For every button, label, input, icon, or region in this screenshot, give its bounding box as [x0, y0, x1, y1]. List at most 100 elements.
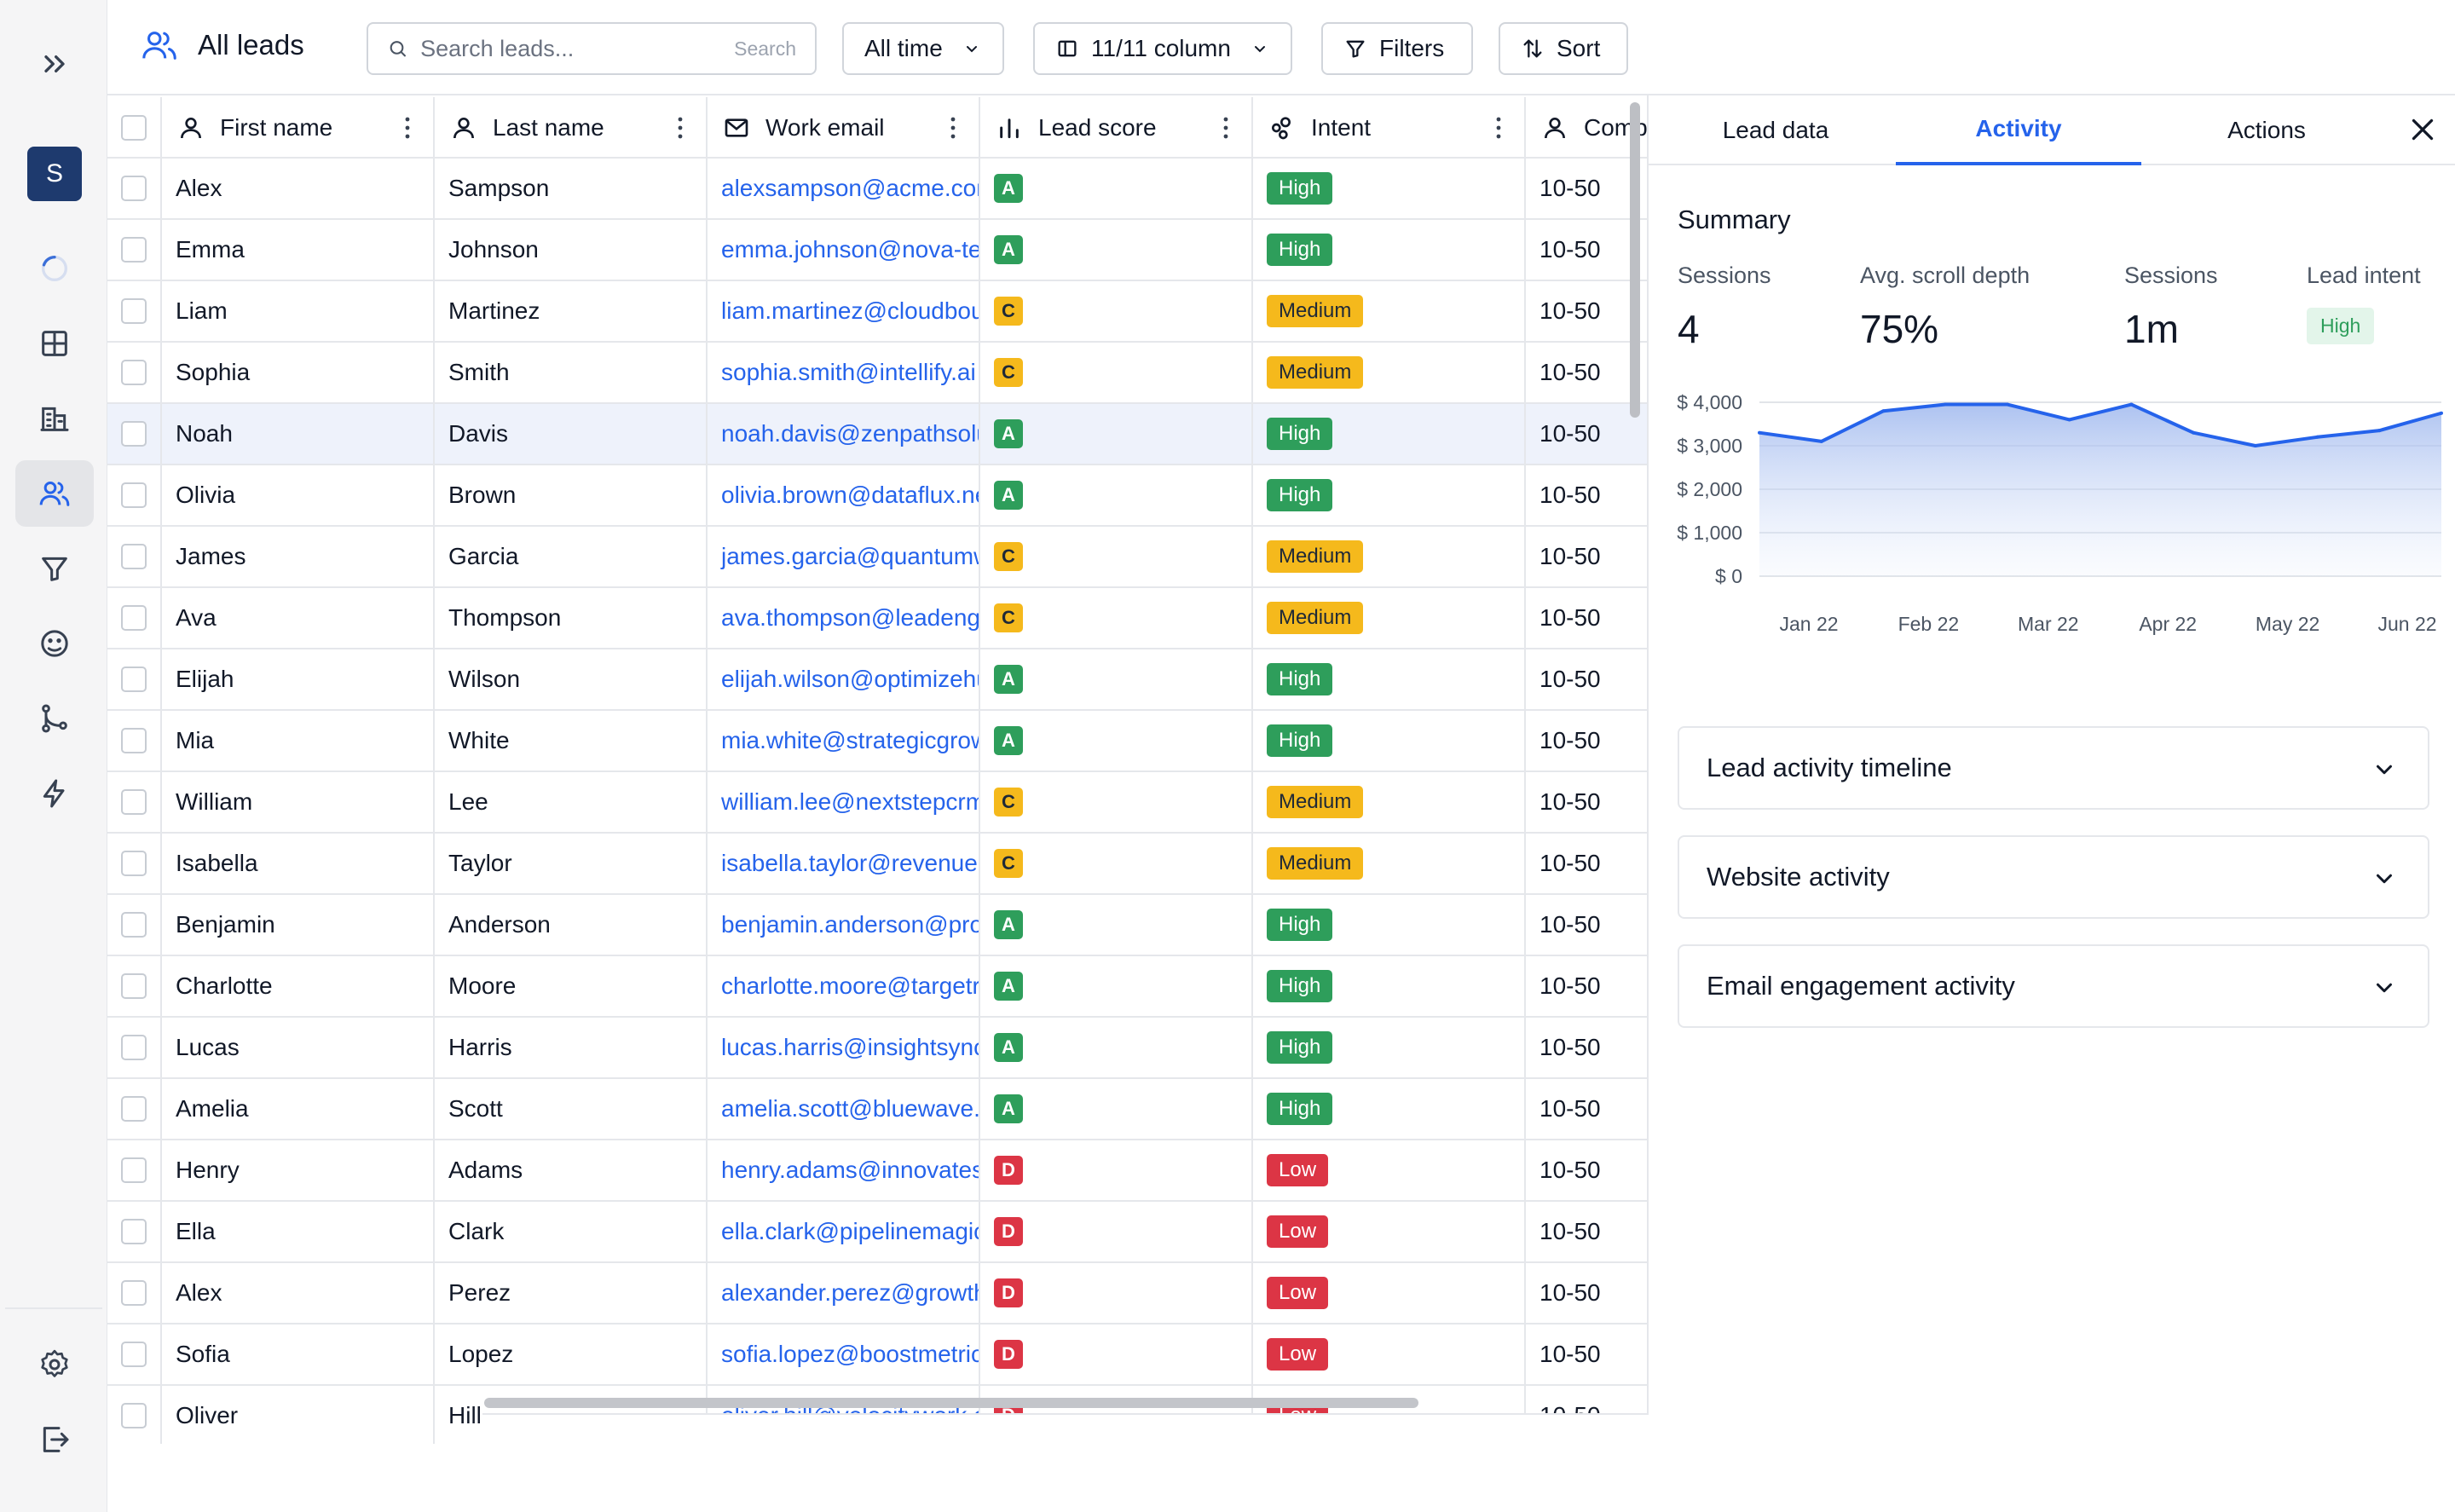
row-checkbox[interactable]	[121, 544, 147, 569]
row-checkbox[interactable]	[121, 1157, 147, 1183]
tab-lead-data[interactable]: Lead data	[1657, 95, 1894, 165]
work-email-cell[interactable]: benjamin.anderson@prospectly.com	[708, 895, 980, 955]
table-row[interactable]: EmmaJohnsonemma.johnson@nova-tech.io A Hig…	[107, 220, 1647, 281]
vertical-scrollbar[interactable]	[1630, 102, 1640, 418]
close-icon[interactable]	[2407, 114, 2438, 145]
time-filter-dropdown[interactable]: All time	[842, 22, 1004, 75]
column-header-company[interactable]: Company	[1526, 97, 1647, 159]
expand-sidebar-button[interactable]	[15, 31, 94, 97]
column-header-lead-score[interactable]: Lead score	[980, 97, 1253, 159]
workspace-avatar[interactable]: S	[27, 147, 82, 201]
work-email-cell[interactable]: lucas.harris@insightsync.com	[708, 1018, 980, 1077]
work-email-cell[interactable]: ella.clark@pipelinemagic.com	[708, 1202, 980, 1261]
work-email-cell[interactable]: ava.thompson@leadengine.com	[708, 588, 980, 648]
row-checkbox[interactable]	[121, 728, 147, 753]
table-row[interactable]: WilliamLeewilliam.lee@nextstepcrm.com C Me…	[107, 772, 1647, 834]
table-row[interactable]: Sophia Smith sophia.smith@intellify.ai C Med…	[107, 343, 1647, 404]
work-email-cell[interactable]: alexsampson@acme.com	[708, 159, 980, 218]
work-email-cell[interactable]: amelia.scott@bluewave.io	[708, 1079, 980, 1139]
work-email-cell[interactable]: liam.martinez@cloudbound.com	[708, 281, 980, 341]
accordion-lead-activity-timeline[interactable]: Lead activity timeline	[1678, 726, 2429, 810]
tab-activity[interactable]: Activity	[1896, 95, 2141, 165]
row-checkbox[interactable]	[121, 1342, 147, 1367]
work-email-cell[interactable]: isabella.taylor@revenuelab.com	[708, 834, 980, 893]
work-email-cell[interactable]: sophia.smith@intellify.ai	[708, 343, 980, 402]
sidebar-item-workflows[interactable]	[15, 685, 94, 752]
table-row[interactable]: EllaClarkella.clark@pipelinemagic.com D Lo…	[107, 1202, 1647, 1263]
table-row[interactable]: Olivia Brown olivia.brown@dataflux.net A Hig…	[107, 465, 1647, 527]
table-row[interactable]: Amelia Scott amelia.scott@bluewave.io A High…	[107, 1079, 1647, 1140]
table-row[interactable]: MiaWhitemia.white@strategicgrowth.com A Hi…	[107, 711, 1647, 772]
row-checkbox[interactable]	[121, 1035, 147, 1060]
table-row[interactable]: IsabellaTaylorisabella.taylor@revenuelab…	[107, 834, 1647, 895]
accordion-website-activity[interactable]: Website activity	[1678, 835, 2429, 919]
column-header-work-email[interactable]: Work email	[708, 97, 980, 159]
search-box[interactable]: Search	[367, 22, 817, 75]
row-checkbox[interactable]	[121, 1096, 147, 1122]
work-email-cell[interactable]: charlotte.moore@targetreach.com	[708, 956, 980, 1016]
row-select-cell	[107, 1386, 162, 1444]
sidebar-item-audience[interactable]	[15, 610, 94, 677]
tab-actions[interactable]: Actions	[2143, 95, 2390, 165]
table-row[interactable]: AvaThompsonava.thompson@leadengine.com C M…	[107, 588, 1647, 649]
work-email-cell[interactable]: henry.adams@innovatesoft.com	[708, 1140, 980, 1200]
row-checkbox[interactable]	[121, 176, 147, 201]
sidebar-item-automations[interactable]	[15, 760, 94, 827]
row-checkbox[interactable]	[121, 237, 147, 263]
horizontal-scrollbar[interactable]	[484, 1398, 1418, 1408]
sidebar-item-leads[interactable]	[15, 460, 94, 527]
columns-dropdown[interactable]: 11/11 column	[1033, 22, 1292, 75]
more-vertical-icon[interactable]	[1222, 116, 1229, 140]
column-header-first-name[interactable]: First name	[162, 97, 435, 159]
table-row[interactable]: NoahDavisnoah.davis@zenpathsolutions.com…	[107, 404, 1647, 465]
row-checkbox[interactable]	[121, 482, 147, 508]
column-header-intent[interactable]: Intent	[1253, 97, 1526, 159]
row-checkbox[interactable]	[121, 1280, 147, 1306]
more-vertical-icon[interactable]	[677, 116, 684, 140]
work-email-cell[interactable]: sofia.lopez@boostmetrics.com	[708, 1324, 980, 1384]
sidebar-item-dashboard[interactable]	[15, 310, 94, 377]
work-email-cell[interactable]: james.garcia@quantumware.io	[708, 527, 980, 586]
table-row[interactable]: LiamMartinezliam.martinez@cloudbound.com…	[107, 281, 1647, 343]
search-input[interactable]	[420, 35, 723, 62]
more-vertical-icon[interactable]	[950, 116, 956, 140]
work-email-cell[interactable]: noah.davis@zenpathsolutions.com	[708, 404, 980, 464]
row-checkbox[interactable]	[121, 298, 147, 324]
table-row[interactable]: AlexPerezalexander.perez@growthly.com D Lo…	[107, 1263, 1647, 1324]
table-row[interactable]: SofiaLopezsofia.lopez@boostmetrics.com D L…	[107, 1324, 1647, 1386]
work-email-cell[interactable]: william.lee@nextstepcrm.com	[708, 772, 980, 832]
row-checkbox[interactable]	[121, 667, 147, 692]
sidebar-item-logout[interactable]	[15, 1406, 94, 1473]
sidebar-item-settings[interactable]	[15, 1331, 94, 1398]
sort-button[interactable]: Sort	[1499, 22, 1628, 75]
row-checkbox[interactable]	[121, 605, 147, 631]
sidebar-item-funnel[interactable]	[15, 535, 94, 602]
table-row[interactable]: LucasHarrislucas.harris@insightsync.com A…	[107, 1018, 1647, 1079]
table-row[interactable]: HenryAdamshenry.adams@innovatesoft.com D L…	[107, 1140, 1647, 1202]
sidebar-item-companies[interactable]	[15, 385, 94, 452]
more-vertical-icon[interactable]	[404, 116, 411, 140]
row-checkbox[interactable]	[121, 789, 147, 815]
table-row[interactable]: Alex Sampson alexsampson@acme.com A High 10-5…	[107, 159, 1647, 220]
row-checkbox[interactable]	[121, 973, 147, 999]
work-email-cell[interactable]: mia.white@strategicgrowth.com	[708, 711, 980, 770]
row-checkbox[interactable]	[121, 421, 147, 447]
filters-button[interactable]: Filters	[1321, 22, 1473, 75]
column-header-last-name[interactable]: Last name	[435, 97, 708, 159]
table-row[interactable]: ElijahWilsonelijah.wilson@optimizehub.co…	[107, 649, 1647, 711]
row-checkbox[interactable]	[121, 360, 147, 385]
work-email-cell[interactable]: emma.johnson@nova-tech.io	[708, 220, 980, 280]
work-email-cell[interactable]: elijah.wilson@optimizehub.com	[708, 649, 980, 709]
work-email-cell[interactable]: olivia.brown@dataflux.net	[708, 465, 980, 525]
table-row[interactable]: BenjaminAndersonbenjamin.anderson@prospe…	[107, 895, 1647, 956]
accordion-email-engagement[interactable]: Email engagement activity	[1678, 944, 2429, 1028]
row-checkbox[interactable]	[121, 1219, 147, 1244]
row-checkbox[interactable]	[121, 851, 147, 876]
select-all-checkbox[interactable]	[121, 115, 147, 141]
more-vertical-icon[interactable]	[1495, 116, 1502, 140]
row-checkbox[interactable]	[121, 1403, 147, 1428]
work-email-cell[interactable]: alexander.perez@growthly.com	[708, 1263, 980, 1323]
table-row[interactable]: JamesGarciajames.garcia@quantumware.io C M…	[107, 527, 1647, 588]
row-checkbox[interactable]	[121, 912, 147, 938]
table-row[interactable]: CharlotteMoorecharlotte.moore@targetreac…	[107, 956, 1647, 1018]
